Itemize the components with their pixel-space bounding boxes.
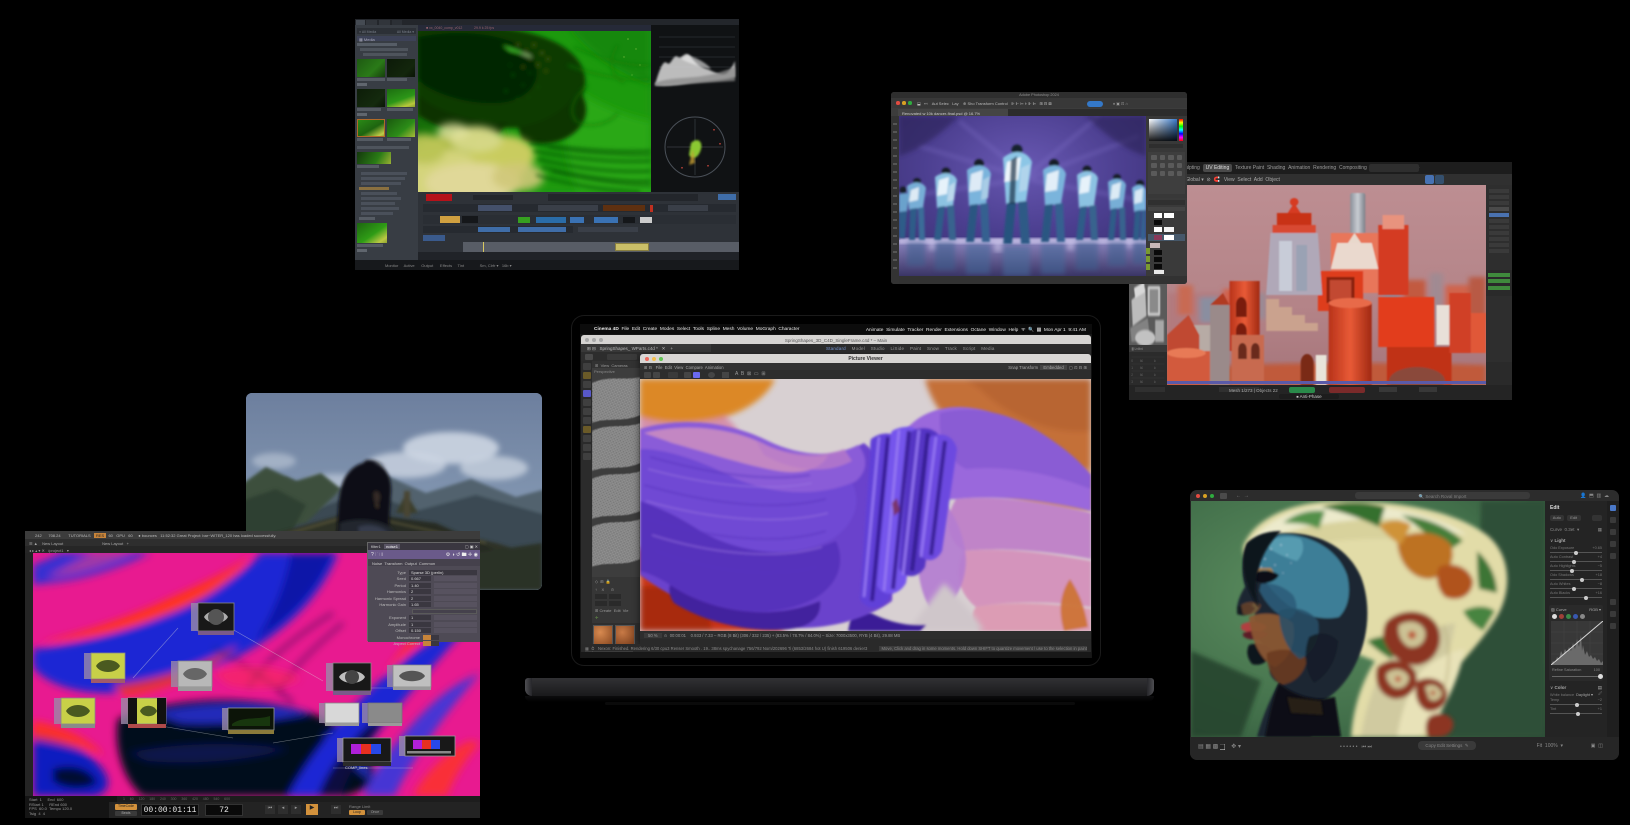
svg-text:COMP_lines: COMP_lines xyxy=(345,765,367,770)
